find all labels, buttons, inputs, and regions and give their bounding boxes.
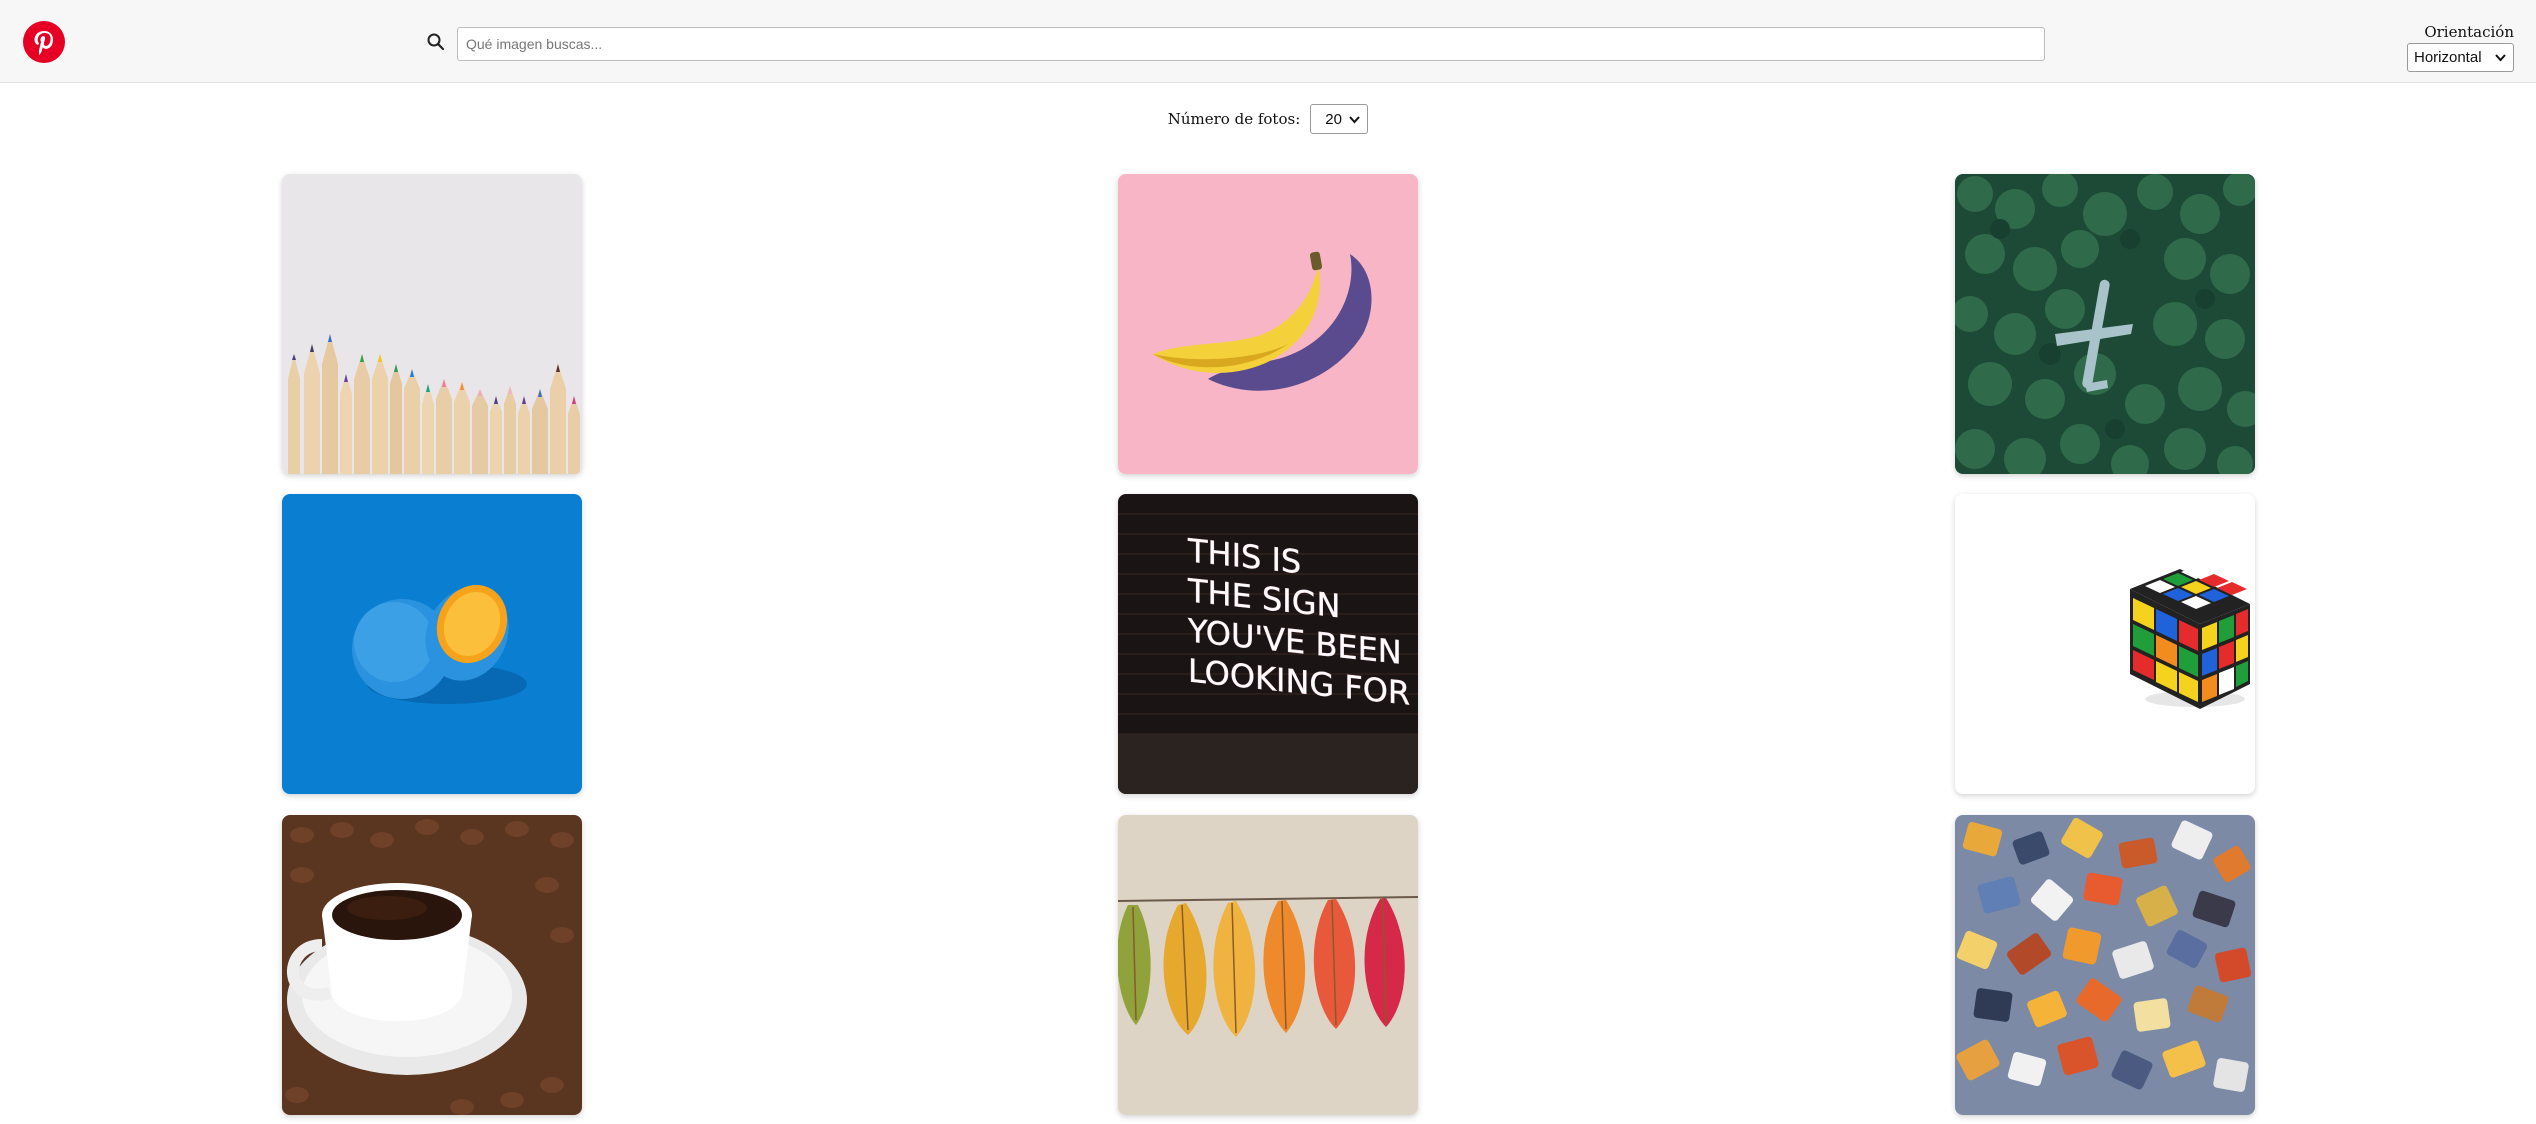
photo-count-control: Número de fotos: 20 — [0, 104, 2536, 134]
coffee-cup-image — [282, 815, 582, 1115]
photo-card-coffee-cup[interactable] — [282, 815, 582, 1115]
colored-pencils-image — [282, 174, 582, 474]
top-bar: Orientación Horizontal — [0, 0, 2536, 83]
puzzle-pieces-image — [1955, 815, 2255, 1115]
search-input[interactable] — [457, 27, 2045, 61]
orientation-selected-value: Horizontal — [2414, 49, 2482, 66]
photo-card-autumn-leaves[interactable] — [1118, 815, 1418, 1115]
pinterest-logo-icon[interactable] — [23, 21, 65, 63]
blue-orange-image — [282, 494, 582, 794]
autumn-leaves-image — [1118, 815, 1418, 1115]
orientation-select[interactable]: Horizontal — [2407, 43, 2514, 72]
search-icon — [427, 33, 445, 51]
photo-count-select[interactable]: 20 — [1310, 104, 1369, 134]
orientation-label: Orientación — [2424, 23, 2514, 41]
photo-card-blue-orange[interactable] — [282, 494, 582, 794]
photo-card-puzzle-pieces[interactable] — [1955, 815, 2255, 1115]
chevron-down-icon — [2495, 54, 2506, 62]
banana-image — [1118, 174, 1418, 474]
photo-count-label: Número de fotos: — [1167, 110, 1301, 128]
photo-count-value: 20 — [1325, 110, 1342, 128]
photo-card-rubiks-cube[interactable] — [1955, 494, 2255, 794]
photo-card-airplane-forest[interactable] — [1955, 174, 2255, 474]
neon-sign-image: THIS IS THE SIGN YOU'VE BEEN LOOKING FOR — [1118, 494, 1418, 794]
photo-card-neon-sign[interactable]: THIS IS THE SIGN YOU'VE BEEN LOOKING FOR — [1118, 494, 1418, 794]
airplane-in-forest-image — [1955, 174, 2255, 474]
photo-card-colored-pencils[interactable] — [282, 174, 582, 474]
chevron-down-icon — [1349, 116, 1360, 124]
rubiks-cube-image — [1955, 494, 2255, 794]
photo-card-banana[interactable] — [1118, 174, 1418, 474]
